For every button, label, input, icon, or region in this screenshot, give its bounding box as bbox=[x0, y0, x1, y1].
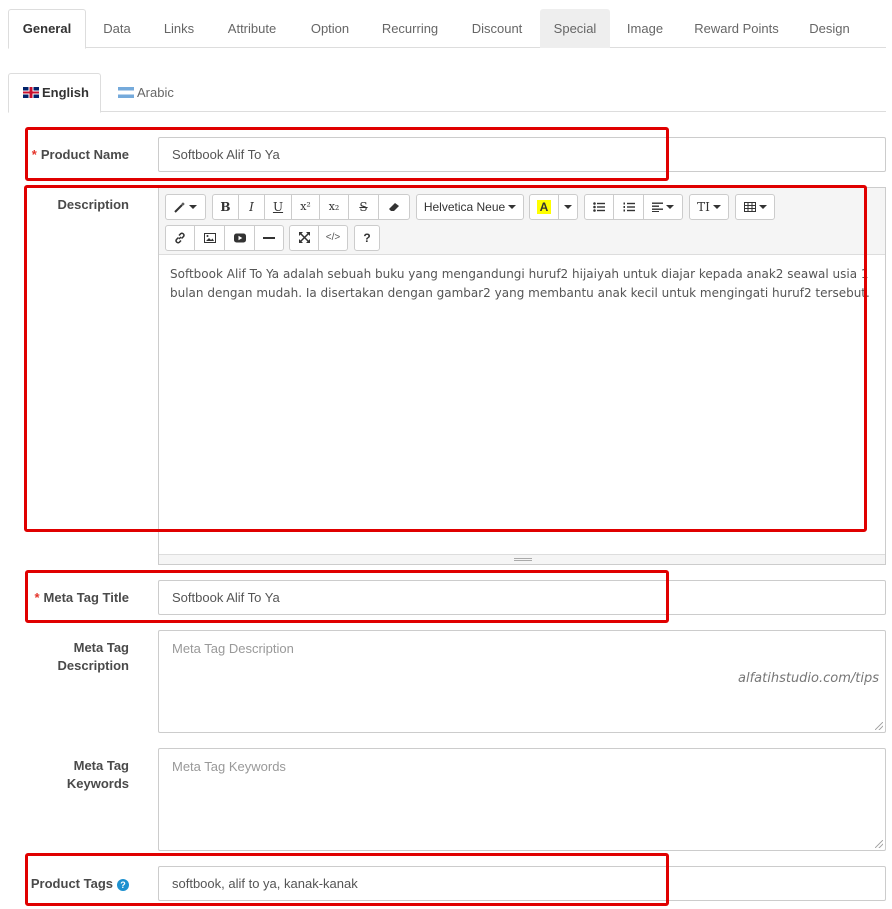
description-editor-content[interactable]: Softbook Alif To Ya adalah sebuah buku y… bbox=[159, 255, 885, 555]
help-icon[interactable]: ? bbox=[117, 879, 129, 891]
meta-keywords-textarea[interactable]: Meta Tag Keywords bbox=[158, 748, 886, 851]
picture-icon bbox=[203, 233, 216, 243]
tab-special[interactable]: Special bbox=[540, 9, 610, 48]
meta-title-input[interactable]: Softbook Alif To Ya bbox=[158, 580, 886, 615]
font-name-value: Helvetica Neue bbox=[423, 200, 506, 214]
tab-design[interactable]: Design bbox=[793, 9, 866, 48]
meta-title-label: * Meta Tag Title bbox=[34, 590, 129, 605]
main-tab-bar: General Data Links Attribute Option Recu… bbox=[8, 9, 886, 49]
bold-button[interactable]: B bbox=[212, 194, 239, 220]
text-color-letter: A bbox=[536, 200, 552, 214]
unordered-list-icon bbox=[593, 202, 605, 212]
tab-option[interactable]: Option bbox=[294, 9, 366, 48]
help-button[interactable]: ? bbox=[354, 225, 380, 251]
uk-flag-icon bbox=[23, 87, 39, 98]
product-name-label: * Product Name bbox=[31, 147, 129, 162]
fullscreen-button[interactable] bbox=[289, 225, 319, 251]
eraser-icon bbox=[388, 203, 399, 211]
ordered-list-icon bbox=[623, 202, 635, 212]
tab-data[interactable]: Data bbox=[86, 9, 148, 48]
unordered-list-button[interactable] bbox=[584, 194, 614, 220]
table-dropdown[interactable] bbox=[735, 194, 775, 220]
tab-general[interactable]: General bbox=[8, 9, 86, 49]
underline-button[interactable]: U bbox=[264, 194, 292, 220]
resize-grip-icon[interactable] bbox=[875, 840, 883, 848]
codeview-button[interactable]: </> bbox=[318, 225, 348, 251]
meta-description-placeholder: Meta Tag Description bbox=[172, 641, 294, 656]
ordered-list-button[interactable] bbox=[613, 194, 644, 220]
tab-language-arabic[interactable]: Arabic bbox=[103, 73, 187, 112]
description-label: Description bbox=[57, 197, 129, 212]
watermark-text: alfatihstudio.com/tips bbox=[738, 671, 880, 686]
line-height-dropdown[interactable]: TI bbox=[689, 194, 729, 220]
video-icon bbox=[233, 233, 246, 243]
picture-button[interactable] bbox=[194, 225, 225, 251]
product-name-input[interactable]: Softbook Alif To Ya bbox=[158, 137, 886, 172]
strikethrough-button[interactable]: S bbox=[348, 194, 379, 220]
align-left-icon bbox=[652, 202, 663, 212]
resize-handle-icon bbox=[514, 558, 532, 561]
text-color-button[interactable]: A bbox=[529, 194, 559, 220]
language-label: English bbox=[42, 85, 89, 100]
tab-attribute[interactable]: Attribute bbox=[210, 9, 294, 48]
paragraph-dropdown[interactable] bbox=[643, 194, 683, 220]
horizontal-rule-icon bbox=[263, 237, 275, 239]
meta-description-label: Meta Tag Description bbox=[57, 640, 129, 673]
video-button[interactable] bbox=[224, 225, 255, 251]
tab-language-english[interactable]: English bbox=[8, 73, 101, 113]
product-tags-label: Product Tags? bbox=[8, 875, 129, 893]
tab-image[interactable]: Image bbox=[610, 9, 680, 48]
style-magic-icon bbox=[174, 202, 185, 213]
text-color-dropdown[interactable] bbox=[558, 194, 578, 220]
resize-grip-icon[interactable] bbox=[875, 722, 883, 730]
required-star: * bbox=[34, 590, 40, 605]
line-height-label: TI bbox=[697, 200, 710, 214]
tab-discount[interactable]: Discount bbox=[454, 9, 540, 48]
horizontal-rule-button[interactable] bbox=[254, 225, 284, 251]
font-name-dropdown[interactable]: Helvetica Neue bbox=[416, 194, 524, 220]
style-button[interactable] bbox=[165, 194, 206, 220]
meta-keywords-placeholder: Meta Tag Keywords bbox=[172, 759, 286, 774]
description-editor: B I U x² x₂ S Helvetica Neue A TI </> ? … bbox=[158, 187, 886, 565]
fullscreen-icon bbox=[298, 232, 310, 243]
meta-keywords-label: Meta Tag Keywords bbox=[66, 758, 129, 791]
italic-button[interactable]: I bbox=[238, 194, 265, 220]
tab-links[interactable]: Links bbox=[148, 9, 210, 48]
editor-resize-bar[interactable] bbox=[159, 554, 885, 564]
product-tags-input[interactable]: softbook, alif to ya, kanak-kanak bbox=[158, 866, 886, 901]
link-icon bbox=[175, 232, 185, 244]
editor-toolbar: B I U x² x₂ S Helvetica Neue A TI </> ? bbox=[159, 188, 885, 255]
clear-format-button[interactable] bbox=[378, 194, 410, 220]
link-button[interactable] bbox=[165, 225, 195, 251]
superscript-button[interactable]: x² bbox=[291, 194, 320, 220]
subscript-button[interactable]: x₂ bbox=[319, 194, 349, 220]
language-tab-bar: English Arabic bbox=[8, 73, 886, 113]
language-label: Arabic bbox=[137, 85, 174, 100]
tab-reward-points[interactable]: Reward Points bbox=[680, 9, 793, 48]
required-star: * bbox=[31, 147, 37, 162]
table-icon bbox=[743, 202, 756, 212]
tab-recurring[interactable]: Recurring bbox=[366, 9, 454, 48]
argentina-flag-icon bbox=[118, 87, 134, 98]
